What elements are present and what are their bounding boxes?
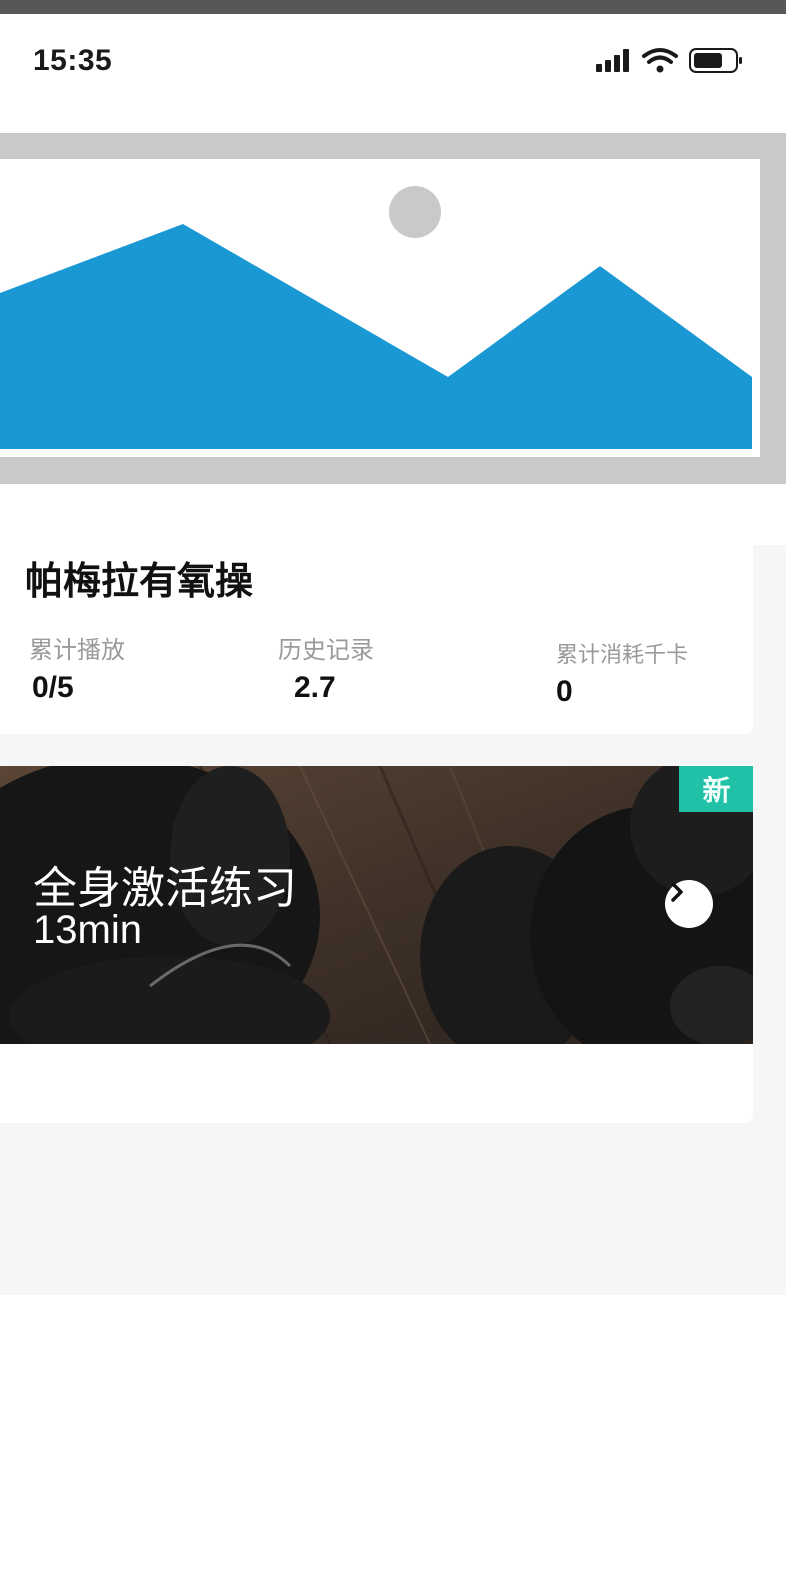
lesson-duration: 13min (33, 908, 142, 952)
stat-label: 累计消耗千卡 (556, 643, 689, 668)
stat-history[interactable]: 历史记录 2.7 (278, 630, 374, 705)
new-badge: 新 (679, 766, 753, 812)
wifi-icon (642, 48, 678, 73)
status-icons (594, 46, 744, 76)
course-title: 帕梅拉有氧操 (25, 559, 254, 603)
stat-label: 累计播放 (29, 636, 125, 664)
stat-value: 0/5 (32, 671, 74, 704)
stat-label: 历史记录 (278, 636, 374, 664)
lesson-cover-image: 全身激活练习 13min 新 (0, 766, 753, 1044)
course-banner-placeholder (0, 133, 786, 484)
status-bar: 15:35 (0, 14, 786, 106)
lesson-card[interactable]: 全身激活练习 13min 新 (0, 766, 753, 1123)
top-strip (0, 0, 786, 14)
stat-value: 0 (556, 675, 573, 708)
image-placeholder-icon (0, 159, 760, 457)
lesson-open-button[interactable] (665, 880, 713, 928)
chevron-right-icon (671, 882, 683, 902)
stat-play-count: 累计播放 0/5 (29, 630, 125, 705)
course-info-card: 帕梅拉有氧操 累计播放 0/5 历史记录 2.7 累计消耗千卡 0 (0, 520, 753, 734)
stat-value: 2.7 (294, 671, 336, 704)
battery-icon (689, 48, 742, 73)
cellular-signal-icon (596, 49, 629, 72)
status-time: 15:35 (33, 44, 113, 77)
lesson-title: 全身激活练习 (33, 863, 297, 914)
stat-calories: 累计消耗千卡 0 (556, 637, 688, 709)
